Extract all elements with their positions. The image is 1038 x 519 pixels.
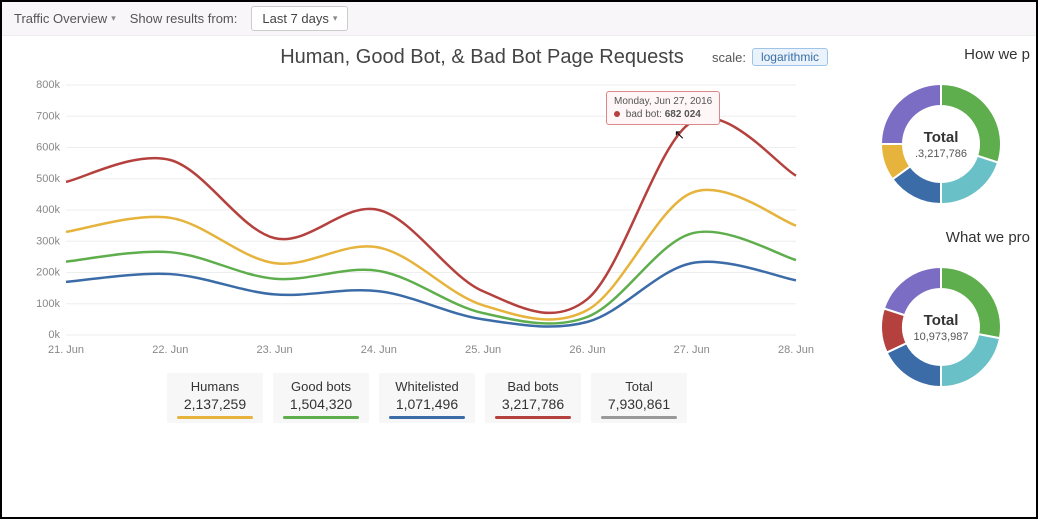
svg-text:0k: 0k bbox=[48, 329, 60, 341]
svg-text:23. Jun: 23. Jun bbox=[257, 344, 293, 356]
series-whitelisted bbox=[66, 262, 796, 327]
svg-text:700k: 700k bbox=[36, 110, 60, 122]
series-good-bots bbox=[66, 232, 796, 324]
svg-text:600k: 600k bbox=[36, 142, 60, 154]
scale-label: scale: bbox=[712, 50, 746, 65]
tooltip-date: Monday, Jun 27, 2016 bbox=[614, 95, 712, 108]
legend-humans-label: Humans bbox=[177, 379, 253, 394]
legend-bad-bots-underline bbox=[495, 416, 571, 419]
legend-humans-underline bbox=[177, 416, 253, 419]
chevron-down-icon: ▾ bbox=[333, 13, 338, 24]
side-title-2: What we pro bbox=[946, 229, 1032, 246]
topbar: Traffic Overview ▾ Show results from: La… bbox=[2, 2, 1036, 36]
legend-bad-bots-label: Bad bots bbox=[495, 379, 571, 394]
tooltip-value: 682 024 bbox=[665, 109, 701, 120]
legend-good-bots[interactable]: Good bots 1,504,320 bbox=[273, 373, 369, 423]
chart-title: Human, Good Bot, & Bad Bot Page Requests bbox=[280, 46, 684, 69]
tooltip-marker-icon bbox=[614, 111, 620, 117]
donut1-label: Total bbox=[924, 129, 959, 146]
date-range-button[interactable]: Last 7 days ▾ bbox=[251, 6, 348, 31]
svg-text:22. Jun: 22. Jun bbox=[152, 344, 188, 356]
donut-chart-2[interactable]: Total 10,973,987 bbox=[866, 252, 1016, 402]
svg-text:24. Jun: 24. Jun bbox=[361, 344, 397, 356]
chevron-down-icon: ▾ bbox=[111, 13, 116, 24]
cursor-icon: ↖ bbox=[674, 127, 685, 143]
side-title-1: How we p bbox=[964, 46, 1032, 63]
results-from-label: Show results from: bbox=[130, 11, 238, 26]
legend-total-value: 7,930,861 bbox=[601, 396, 677, 412]
legend-good-bots-label: Good bots bbox=[283, 379, 359, 394]
date-range-label: Last 7 days bbox=[262, 11, 329, 26]
donut2-value: 10,973,987 bbox=[913, 331, 968, 343]
svg-text:500k: 500k bbox=[36, 173, 60, 185]
svg-text:300k: 300k bbox=[36, 235, 60, 247]
legend-humans[interactable]: Humans 2,137,259 bbox=[167, 373, 263, 423]
legend-whitelisted-underline bbox=[389, 416, 465, 419]
svg-text:21. Jun: 21. Jun bbox=[48, 344, 84, 356]
svg-text:25. Jun: 25. Jun bbox=[465, 344, 501, 356]
donut1-value: .3,217,786 bbox=[915, 148, 967, 160]
svg-text:200k: 200k bbox=[36, 267, 60, 279]
donut-chart-1[interactable]: Total .3,217,786 bbox=[866, 69, 1016, 219]
svg-text:26. Jun: 26. Jun bbox=[569, 344, 605, 356]
tooltip-series: bad bot bbox=[626, 109, 659, 120]
line-chart[interactable]: 0k 100k 200k 300k 400k 500k 600k 700k 800k 21. Ju… bbox=[26, 79, 806, 359]
scale-toggle-button[interactable]: logarithmic bbox=[752, 48, 828, 66]
series-humans bbox=[66, 190, 796, 320]
legend-total-underline bbox=[601, 416, 677, 419]
traffic-overview-label: Traffic Overview bbox=[14, 11, 107, 26]
svg-text:28. Jun: 28. Jun bbox=[778, 344, 814, 356]
legend-whitelisted[interactable]: Whitelisted 1,071,496 bbox=[379, 373, 475, 423]
svg-text:27. Jun: 27. Jun bbox=[674, 344, 710, 356]
legend-bad-bots[interactable]: Bad bots 3,217,786 bbox=[485, 373, 581, 423]
legend-good-bots-underline bbox=[283, 416, 359, 419]
svg-text:800k: 800k bbox=[36, 79, 60, 91]
main-chart-panel: Human, Good Bot, & Bad Bot Page Requests… bbox=[2, 36, 846, 427]
legend-good-bots-value: 1,504,320 bbox=[283, 396, 359, 412]
donut2-label: Total bbox=[924, 312, 959, 329]
legend-row: Humans 2,137,259 Good bots 1,504,320 Whi… bbox=[26, 373, 828, 423]
chart-tooltip: Monday, Jun 27, 2016 bad bot: 682 024 bbox=[606, 91, 720, 125]
traffic-overview-dropdown[interactable]: Traffic Overview ▾ bbox=[14, 11, 116, 26]
svg-text:100k: 100k bbox=[36, 298, 60, 310]
legend-humans-value: 2,137,259 bbox=[177, 396, 253, 412]
side-panel: How we p Total .3,217,786 What we pro To… bbox=[846, 36, 1036, 427]
legend-total[interactable]: Total 7,930,861 bbox=[591, 373, 687, 423]
legend-bad-bots-value: 3,217,786 bbox=[495, 396, 571, 412]
legend-whitelisted-label: Whitelisted bbox=[389, 379, 465, 394]
svg-text:400k: 400k bbox=[36, 204, 60, 216]
legend-whitelisted-value: 1,071,496 bbox=[389, 396, 465, 412]
legend-total-label: Total bbox=[601, 379, 677, 394]
